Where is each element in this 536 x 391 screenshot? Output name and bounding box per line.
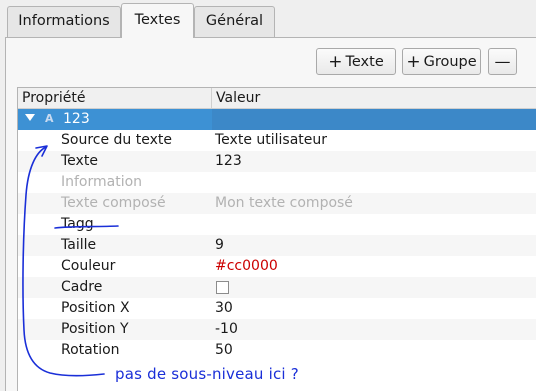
property-value[interactable]: 50	[215, 342, 233, 358]
tree-row[interactable]: Position X 30	[18, 298, 536, 319]
add-text-button[interactable]: + Texte	[316, 48, 396, 75]
property-value[interactable]: 30	[215, 300, 233, 316]
tree-row[interactable]: Rotation 50	[18, 340, 536, 361]
add-group-button[interactable]: + Groupe	[402, 48, 481, 75]
plus-icon: +	[328, 52, 343, 72]
plus-icon: +	[406, 52, 421, 72]
add-group-label: Groupe	[423, 54, 477, 70]
add-text-label: Texte	[345, 54, 384, 70]
expand-arrow-icon[interactable]	[25, 114, 35, 121]
minus-icon: —	[494, 52, 511, 71]
tree-row[interactable]: Texte 123	[18, 151, 536, 172]
tab-textes[interactable]: Textes	[121, 3, 194, 38]
property-key: Position X	[61, 300, 130, 316]
header-property[interactable]: Propriété	[22, 90, 85, 106]
selected-value-cell	[212, 109, 536, 130]
property-key: Position Y	[61, 321, 129, 337]
tree-row[interactable]: Position Y -10	[18, 319, 536, 340]
header-value[interactable]: Valeur	[216, 90, 260, 106]
property-value[interactable]: Texte utilisateur	[215, 132, 327, 148]
property-key: Texte	[61, 153, 98, 169]
color-value[interactable]: #cc0000	[215, 258, 278, 274]
tree-row-parent[interactable]: A 123	[18, 109, 536, 130]
tree-row: Information	[18, 172, 536, 193]
tree-row: Texte composé Mon texte composé	[18, 193, 536, 214]
property-key: Cadre	[61, 279, 103, 295]
property-key: Taille	[61, 237, 97, 253]
tree-row[interactable]: Couleur #cc0000	[18, 256, 536, 277]
tree-row[interactable]: Tagg	[18, 214, 536, 235]
property-key: Rotation	[61, 342, 120, 358]
property-tree[interactable]: Propriété Valeur A 123 Source du texte T…	[17, 87, 536, 391]
tab-general[interactable]: Général	[194, 6, 275, 37]
property-value[interactable]: -10	[215, 321, 238, 337]
property-value[interactable]: 9	[215, 237, 224, 253]
parent-name: 123	[63, 111, 90, 127]
property-value[interactable]: 123	[215, 153, 242, 169]
property-key: Couleur	[61, 258, 116, 274]
frame-checkbox[interactable]	[216, 281, 229, 294]
tab-informations[interactable]: Informations	[7, 6, 121, 37]
tab-bar: Informations Textes Général	[0, 0, 536, 38]
annotation-note: pas de sous-niveau ici ?	[115, 365, 299, 383]
tree-row[interactable]: Taille 9	[18, 235, 536, 256]
text-item-icon: A	[45, 112, 54, 125]
property-key: Texte composé	[61, 195, 166, 211]
property-value: Mon texte composé	[215, 195, 353, 211]
property-key: Information	[61, 174, 143, 190]
remove-button[interactable]: —	[488, 48, 517, 75]
property-key: Source du texte	[61, 132, 172, 148]
property-key: Tagg	[61, 216, 94, 232]
header-separator	[211, 88, 212, 109]
tree-row[interactable]: Cadre	[18, 277, 536, 298]
tree-row[interactable]: Source du texte Texte utilisateur	[18, 130, 536, 151]
textes-panel: + Texte + Groupe — Propriété Valeur A 123 …	[5, 37, 536, 391]
tree-header: Propriété Valeur	[18, 88, 536, 109]
